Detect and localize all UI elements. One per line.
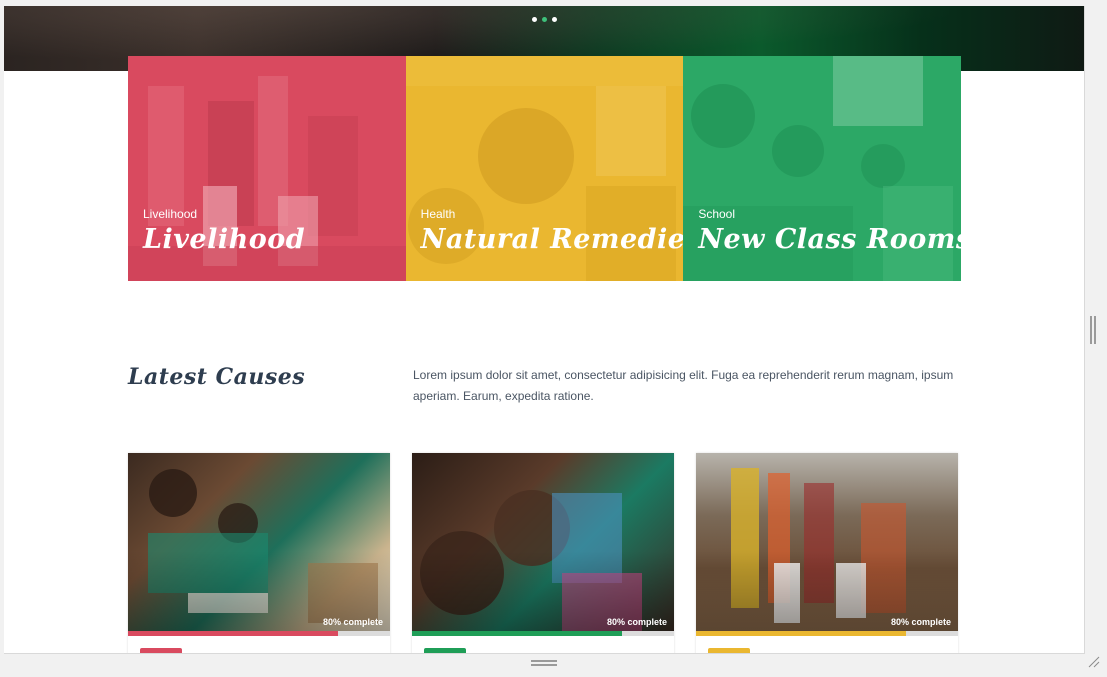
carousel-dots xyxy=(532,17,557,22)
grip-line xyxy=(531,660,557,662)
cause-card[interactable]: 80% complete xyxy=(412,453,674,653)
category-tag: Health xyxy=(420,207,456,221)
carousel-dot-2[interactable] xyxy=(542,17,547,22)
category-title[interactable]: Natural Remedies xyxy=(421,224,684,255)
vertical-resize-handle[interactable] xyxy=(1090,316,1096,344)
progress-fill xyxy=(696,631,906,636)
category-title[interactable]: Livelihood xyxy=(143,224,305,255)
carousel-dot-1[interactable] xyxy=(532,17,537,22)
grip-line xyxy=(531,664,557,666)
horizontal-resize-handle[interactable] xyxy=(531,660,557,666)
progress-fill xyxy=(128,631,338,636)
resize-corner-icon[interactable] xyxy=(1088,656,1100,668)
grip-line xyxy=(1090,316,1092,344)
progress-bar xyxy=(128,631,390,636)
image-shade xyxy=(412,453,674,631)
progress-bar xyxy=(412,631,674,636)
cause-category-badge[interactable] xyxy=(140,648,182,653)
carousel-dot-3[interactable] xyxy=(552,17,557,22)
category-tile-health[interactable]: Health Natural Remedies xyxy=(405,56,684,281)
browser-viewport: Livelihood Livelihood Health Natural Rem… xyxy=(4,6,1085,654)
cause-cards: 80% complete 80% complete 80% complete xyxy=(128,453,961,653)
category-tile-school[interactable]: School New Class Rooms xyxy=(683,56,961,281)
cause-card[interactable]: 80% complete xyxy=(696,453,958,653)
category-tile-livelihood[interactable]: Livelihood Livelihood xyxy=(128,56,406,281)
category-tiles: Livelihood Livelihood Health Natural Rem… xyxy=(128,56,961,281)
progress-label: 80% complete xyxy=(890,617,951,627)
progress-label: 80% complete xyxy=(322,617,383,627)
cause-card[interactable]: 80% complete xyxy=(128,453,390,653)
cause-category-badge[interactable] xyxy=(424,648,466,653)
progress-bar xyxy=(696,631,958,636)
progress-fill xyxy=(412,631,622,636)
image-shade xyxy=(128,453,390,631)
section-title: Latest Causes xyxy=(128,364,306,390)
cause-category-badge[interactable] xyxy=(708,648,750,653)
cause-image[interactable] xyxy=(128,453,390,631)
grip-line xyxy=(1094,316,1096,344)
category-tag: Livelihood xyxy=(143,207,198,221)
category-tag: School xyxy=(698,207,736,221)
category-title[interactable]: New Class Rooms xyxy=(698,224,961,255)
progress-label: 80% complete xyxy=(606,617,667,627)
cause-image[interactable] xyxy=(412,453,674,631)
cause-image[interactable] xyxy=(696,453,958,631)
section-description: Lorem ipsum dolor sit amet, consectetur … xyxy=(413,368,954,403)
image-shade xyxy=(696,453,958,631)
